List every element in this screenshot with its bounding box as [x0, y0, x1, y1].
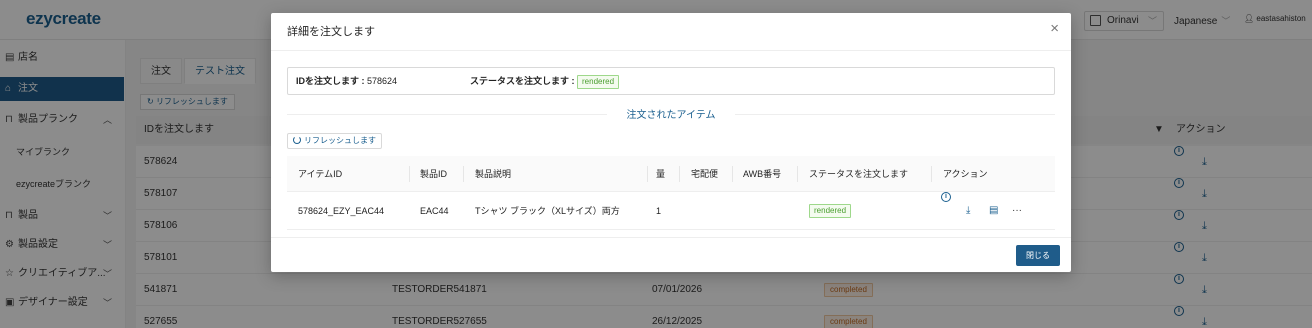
- section-title: 注文されたアイテム: [271, 106, 1071, 121]
- column-separator: [463, 166, 464, 182]
- column-separator: [931, 166, 932, 182]
- close-icon[interactable]: ×: [1050, 21, 1059, 37]
- download-icon[interactable]: ⤓: [966, 192, 970, 230]
- column-header-description: 製品説明: [475, 169, 512, 179]
- modal-header-divider: [271, 50, 1071, 51]
- order-summary: IDを注文します : 578624 ステータスを注文します : rendered: [287, 67, 1055, 95]
- file-icon[interactable]: ▤: [989, 192, 998, 230]
- more-icon[interactable]: ···: [1012, 192, 1022, 230]
- order-id-label: IDを注文します :: [296, 76, 365, 86]
- column-header-actions: アクション: [943, 169, 988, 179]
- column-separator: [797, 166, 798, 182]
- item-description: Tシャツ ブラック（XLサイズ）両方: [475, 206, 620, 216]
- items-refresh-button[interactable]: リフレッシュします: [287, 133, 382, 149]
- refresh-label: リフレッシュします: [304, 136, 376, 145]
- column-header-product-id: 製品ID: [420, 169, 448, 179]
- modal-title: 詳細を注文します: [287, 26, 375, 38]
- modal-footer-divider: [271, 237, 1071, 238]
- items-table-header: アイテムID 製品ID 製品説明 量 宅配便 AWB番号 ステータスを注文します…: [287, 156, 1055, 192]
- section-title-text: 注文されたアイテム: [618, 110, 724, 121]
- order-id-value: 578624: [367, 76, 398, 86]
- item-qty: 1: [656, 206, 662, 216]
- column-separator: [409, 166, 410, 182]
- item-id: 578624_EZY_EAC44: [298, 206, 385, 216]
- item-row[interactable]: 578624_EZY_EAC44 EAC44 Tシャツ ブラック（XLサイズ）両…: [287, 192, 1055, 230]
- order-details-modal: 詳細を注文します × IDを注文します : 578624 ステータスを注文します…: [271, 13, 1071, 272]
- status-badge: rendered: [577, 74, 620, 89]
- refresh-icon: [293, 136, 301, 144]
- order-status-label: ステータスを注文します :: [470, 76, 575, 86]
- status-badge: rendered: [809, 204, 852, 218]
- order-status-field: ステータスを注文します : rendered: [470, 68, 620, 94]
- order-id-field: IDを注文します : 578624: [296, 68, 397, 94]
- column-header-courier: 宅配便: [691, 169, 719, 179]
- column-header-awb: AWB番号: [743, 169, 782, 179]
- column-header-status: ステータスを注文します: [809, 169, 909, 179]
- item-product-id: EAC44: [420, 206, 449, 216]
- column-separator: [679, 166, 680, 182]
- close-button[interactable]: 閉じる: [1016, 245, 1060, 266]
- column-header-item-id: アイテムID: [298, 169, 343, 179]
- column-separator: [647, 166, 648, 182]
- column-header-qty: 量: [656, 169, 666, 179]
- column-separator: [732, 166, 733, 182]
